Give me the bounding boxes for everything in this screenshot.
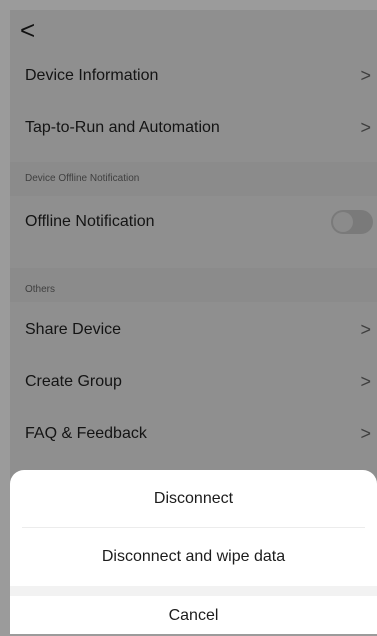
- row-create-group[interactable]: Create Group >: [10, 356, 377, 408]
- cancel-button[interactable]: Cancel: [10, 596, 377, 634]
- row-label: Share Device: [25, 321, 122, 338]
- row-share-device[interactable]: Share Device >: [10, 304, 377, 356]
- top-bar: <: [10, 10, 377, 50]
- back-chevron-icon[interactable]: <: [20, 16, 35, 44]
- chevron-right-icon: >: [360, 65, 371, 86]
- disconnect-wipe-button[interactable]: Disconnect and wipe data: [10, 528, 377, 586]
- chevron-right-icon: >: [360, 117, 371, 138]
- offline-notification-toggle[interactable]: [331, 210, 373, 234]
- row-faq-feedback[interactable]: FAQ & Feedback >: [10, 408, 377, 460]
- disconnect-button[interactable]: Disconnect: [10, 470, 377, 528]
- row-label: Device Information: [25, 67, 159, 84]
- row-offline-notification: Offline Notification: [10, 196, 377, 248]
- section-label-others: Others: [10, 268, 377, 302]
- chevron-right-icon: >: [360, 371, 371, 392]
- sheet-gap: [10, 586, 377, 596]
- row-tap-to-run[interactable]: Tap-to-Run and Automation >: [10, 102, 377, 154]
- chevron-right-icon: >: [360, 423, 371, 444]
- row-label: Tap-to-Run and Automation: [25, 119, 220, 136]
- row-label: Offline Notification: [25, 213, 155, 230]
- action-sheet: Disconnect Disconnect and wipe data Canc…: [10, 470, 377, 634]
- row-label: FAQ & Feedback: [25, 425, 147, 442]
- row-label: Create Group: [25, 373, 122, 390]
- row-device-information[interactable]: Device Information >: [10, 50, 377, 102]
- toggle-knob: [333, 212, 353, 232]
- section-label-offline: Device Offline Notification: [10, 162, 377, 196]
- chevron-right-icon: >: [360, 319, 371, 340]
